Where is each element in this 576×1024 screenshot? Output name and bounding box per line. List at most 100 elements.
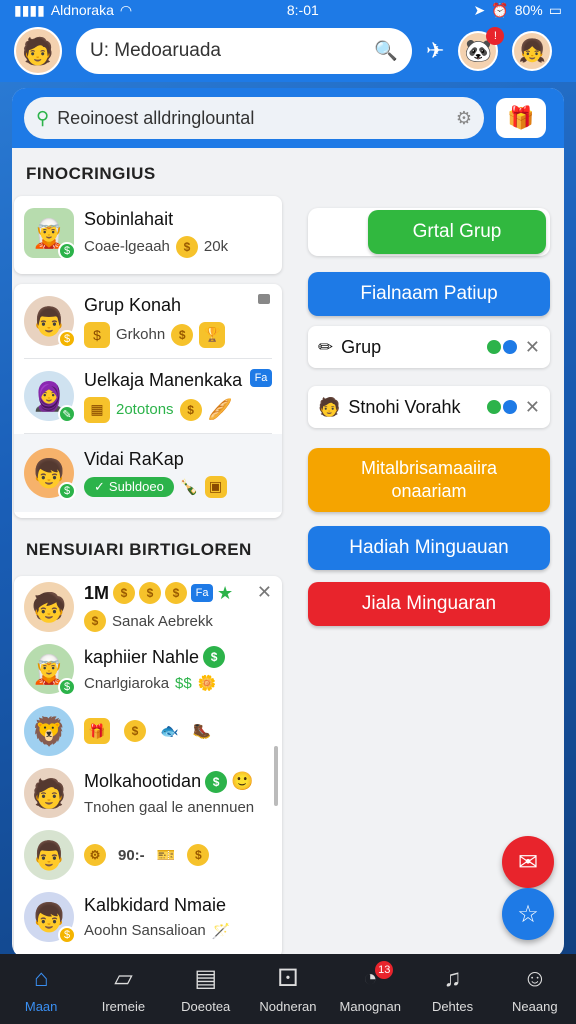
coin-icon: $ — [205, 770, 228, 793]
search-icon[interactable]: 🔍 — [374, 39, 398, 63]
notification-badge: ! — [486, 27, 505, 45]
coin-icon: $ — [175, 235, 198, 258]
scrollbar[interactable] — [274, 746, 278, 806]
member-avatar: 🦁 — [24, 706, 74, 756]
list-item[interactable]: 🧑 Molkahootidan $ 🙂 Tnohen gaal le anennue… — [14, 762, 282, 824]
profile-icon: ☺ — [522, 964, 548, 992]
weekly-red-button[interactable]: Jiala Minguaran — [308, 582, 550, 626]
gift-button[interactable]: 🎁 — [496, 98, 546, 138]
tag-icon: Fa — [250, 369, 272, 387]
group-avatar: 🧝 $ — [24, 208, 76, 260]
wand-icon: 🪄 — [211, 922, 231, 940]
member-sub: Tnohen gaal le anennuen — [84, 798, 255, 816]
panel-search-bar: ⚲ Reoinoest alldringlountal ⚙ 🎁 — [12, 88, 564, 148]
group-name: Sobinlahait — [84, 208, 174, 229]
member-list-card: 🧒 1M $ $ $ Fa ★ $ Sanak Aebrekk ✕ 🧝 $ ka… — [14, 576, 282, 958]
close-icon[interactable]: ✕ — [257, 582, 272, 603]
list-item[interactable]: 🦁 🎁 $ 🐟 🥾 — [14, 700, 282, 762]
create-group-button[interactable]: Grtal Grup — [368, 210, 546, 254]
face-icon: 🙂 — [231, 771, 254, 791]
nav-cards[interactable]: ▱ Iremeie — [84, 965, 162, 1014]
member-avatar: 👦 $ — [24, 892, 76, 944]
friends-avatar[interactable]: 🐼 ! — [458, 27, 505, 71]
coin-icon: $ — [113, 582, 136, 604]
chat-avatar: 🧕 ✎ — [24, 371, 76, 423]
orange-button-line2: onaariam — [391, 481, 467, 501]
status-pill: ✓ Subldoeo — [84, 476, 174, 497]
coin-icon: $ — [203, 646, 226, 668]
member-avatar: 🧑 — [24, 768, 74, 818]
list-item[interactable]: 🧝 $ kaphiier Nahle $ Cnarlgiaroka $$ 🌼 — [14, 638, 282, 700]
calendar-icon: ▤ — [194, 965, 218, 992]
box-icon: ▣ — [204, 475, 227, 498]
nav-label: Manognan — [339, 998, 401, 1014]
contact-item-card[interactable]: 🧑 Stnohi Vorahk ✕ — [308, 386, 550, 428]
member-avatar: 👨 — [24, 830, 74, 880]
coin-icon: $ — [179, 398, 202, 421]
coin-icon: $ — [139, 582, 162, 604]
nav-home[interactable]: ⌂ Maan — [2, 965, 80, 1014]
nav-badge: 13 — [375, 960, 394, 979]
header-search-input[interactable]: U: Medoaruada 🔍 — [76, 28, 412, 74]
group-card[interactable]: 🧝 $ Sobinlahait Coae-lgeaah $ 20k — [14, 196, 282, 274]
nav-dice[interactable]: ⚀ Nodneran — [249, 965, 327, 1014]
nav-bell[interactable]: ♫ Dehtes — [414, 965, 492, 1014]
nav-chart[interactable]: ◔ 13 Manognan — [331, 960, 409, 1014]
menu-icon[interactable] — [258, 294, 270, 304]
user-avatar[interactable]: 🧑 — [14, 27, 62, 75]
list-item[interactable]: 🧕 ✎ Uelkaja Manenkaka ▦ 2ototons $ 🥖 Fa — [14, 359, 282, 433]
bottom-nav: ⌂ Maan ▱ Iremeie ▤ Doeotea ⚀ Nodneran ◔ … — [0, 954, 576, 1024]
close-icon[interactable]: ✕ — [525, 337, 540, 358]
chat-sub: Grkohn — [116, 326, 166, 343]
member-avatar: 🧝 $ — [24, 644, 76, 696]
trophy-icon: 🏆 — [199, 321, 226, 348]
nav-calendar[interactable]: ▤ Doeotea — [167, 965, 245, 1014]
list-item[interactable]: 🧒 1M $ $ $ Fa ★ $ Sanak Aebrekk ✕ — [14, 576, 282, 638]
list-item[interactable]: 👦 $ Vidai RaKap ✓ Subldoeo 🍾 ▣ — [14, 434, 282, 512]
member-avatar: 🧒 — [24, 582, 74, 632]
section-title-groups: FINOCRINGIUS — [26, 164, 156, 183]
fish-icon: 🐟 — [160, 723, 179, 740]
close-icon[interactable]: ✕ — [525, 397, 540, 418]
member-sub: Cnarlgiaroka — [84, 674, 170, 692]
list-item[interactable]: 👦 $ Kalbkidard Nmaie Aoohn Sansalioan 🪄 — [14, 886, 282, 948]
compose-fab-button[interactable]: ☆ — [502, 888, 554, 940]
money-icon: $$ — [175, 674, 192, 692]
nav-label: Iremeie — [101, 998, 146, 1014]
contact-item-label: Stnohi Vorahk — [348, 396, 461, 417]
chat-name: Uelkaja Manenkaka — [84, 369, 243, 390]
member-name: kaphiier Nahle — [84, 646, 200, 667]
coin-icon: $ — [171, 323, 194, 346]
profile-avatar[interactable]: 👧 — [512, 31, 553, 71]
list-item[interactable]: 👨 ⚙ 90:- 🎫 $ — [14, 824, 282, 886]
calendar-icon: ▦ — [84, 396, 110, 423]
weekly-gift-button[interactable]: Hadiah Minguauan — [308, 526, 550, 570]
wifi-icon: ◠ — [119, 1, 133, 18]
send-icon[interactable]: ✈ — [426, 38, 444, 64]
group-item-card[interactable]: ✏ Grup ✕ — [308, 326, 550, 368]
search-icon: ⚲ — [36, 107, 50, 128]
nav-label: Doeotea — [181, 998, 231, 1014]
orange-action-button[interactable]: Mitalbrisamaaiira onaariam — [308, 448, 550, 512]
star-icon: ☆ — [517, 900, 539, 928]
battery-percent: 80% — [514, 2, 543, 18]
list-item[interactable]: 👨 $ Grup Konah $ Grkohn $ 🏆 — [14, 284, 282, 358]
nav-profile[interactable]: ☺ Neaang — [496, 965, 574, 1014]
nav-label: Nodneran — [259, 998, 317, 1014]
chat-sub: Subldoeo — [108, 479, 164, 494]
chat-fab-button[interactable]: ✉ — [502, 836, 554, 888]
coin-box-icon: $ — [84, 321, 110, 348]
check-icon: ✓ — [94, 478, 105, 494]
settings-icon[interactable]: ⚙ — [456, 108, 472, 129]
coin-icon: $ — [124, 720, 146, 742]
coin-icon: $ — [165, 582, 188, 604]
secondary-button[interactable]: Fialnaam Patiup — [308, 272, 550, 316]
header-search-text: U: Medoaruada — [90, 40, 221, 61]
panel-search-input[interactable]: ⚲ Reoinoest alldringlountal ⚙ — [24, 97, 484, 139]
status-bar: ▮▮▮▮ Aldnoraka ◠ 8:-01 ➤ ⏰ 80% ▭ — [0, 0, 576, 20]
coin-icon: $ — [84, 610, 106, 632]
nav-label: Neaang — [512, 998, 558, 1014]
contact-avatar-icon: 🧑 — [318, 396, 341, 417]
status-dots — [486, 340, 517, 354]
member-name: 90:- — [118, 846, 145, 864]
